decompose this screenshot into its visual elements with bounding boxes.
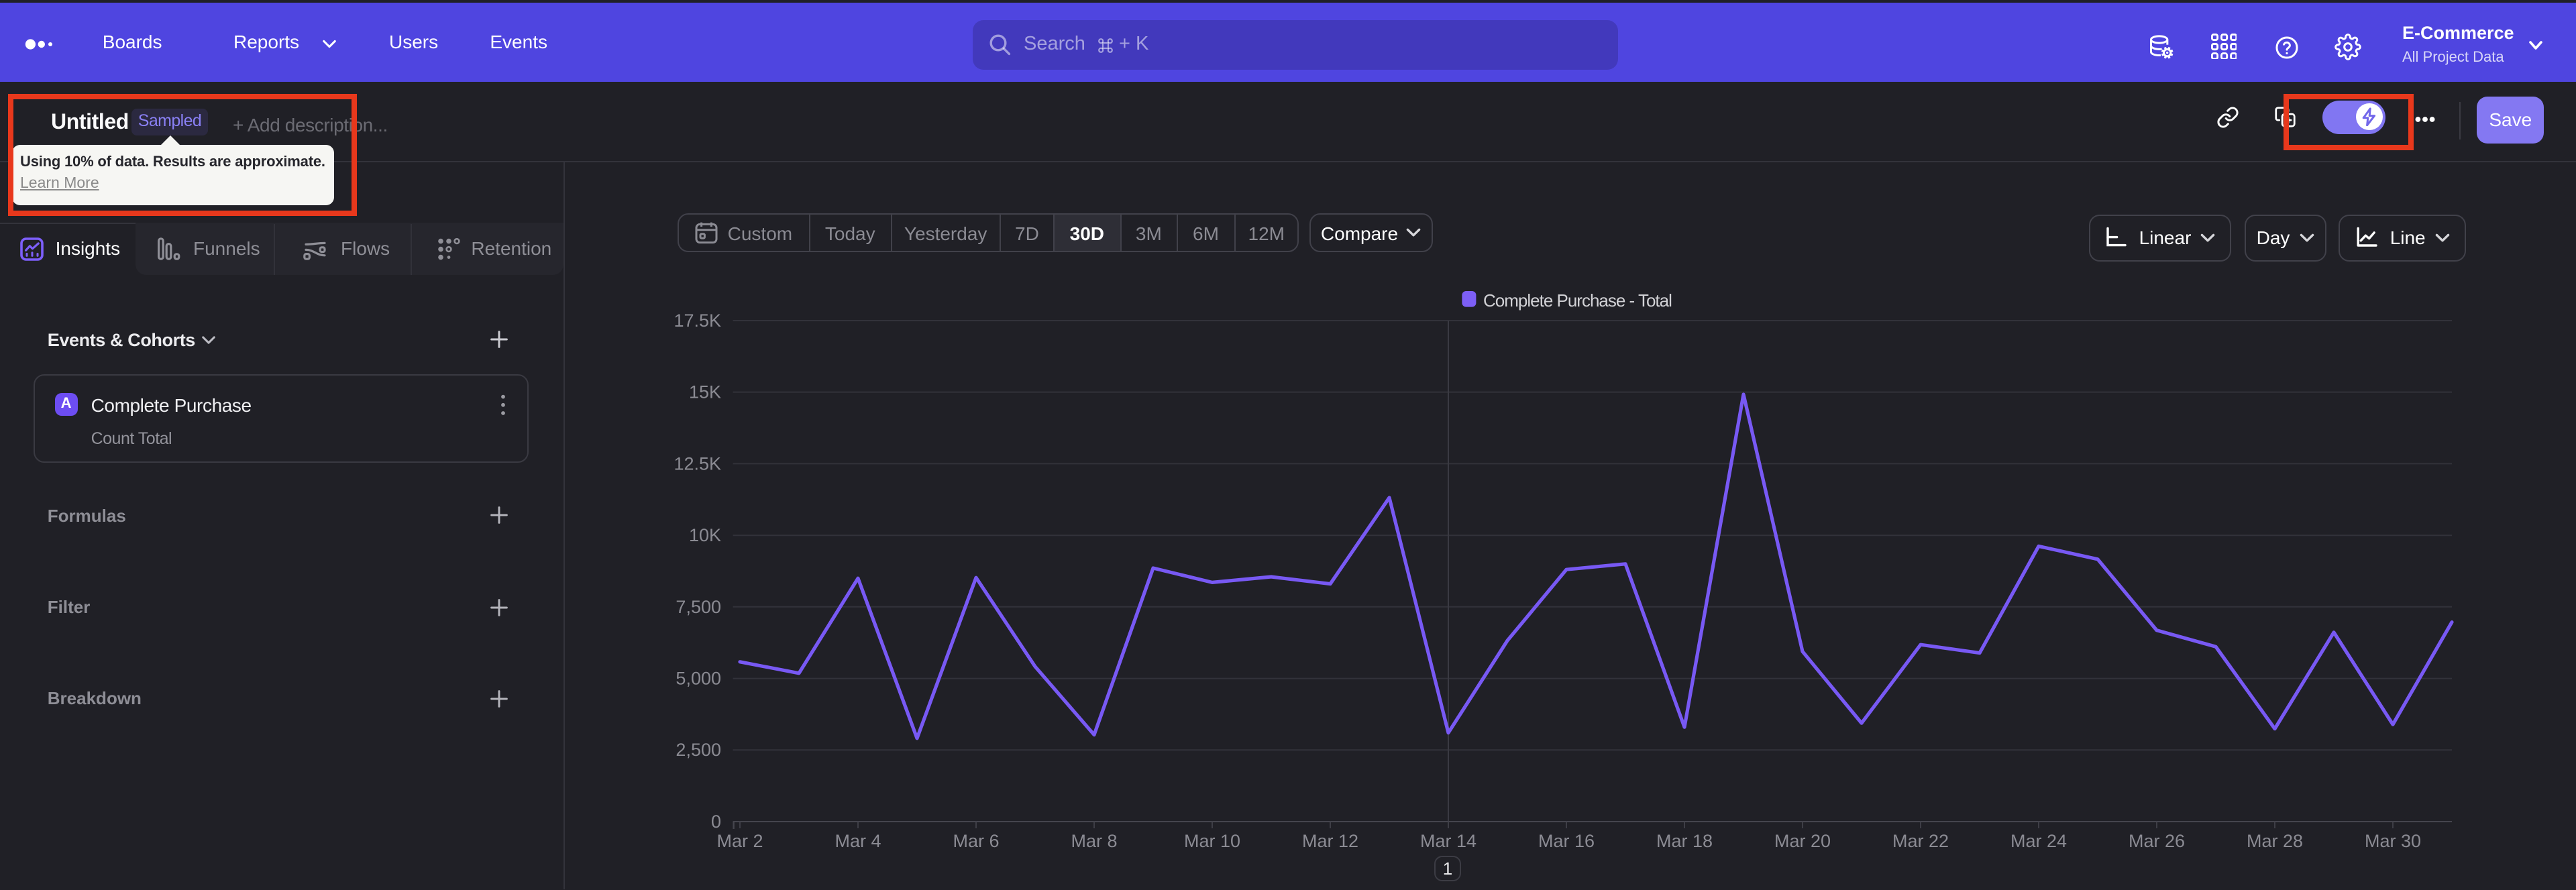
svg-text:Complete Purchase - Total: Complete Purchase - Total [1483, 290, 1672, 311]
svg-text:Mar 26: Mar 26 [2129, 831, 2185, 851]
svg-text:Mar 4: Mar 4 [835, 831, 881, 851]
svg-text:Mar 16: Mar 16 [1538, 831, 1595, 851]
svg-text:2,500: 2,500 [676, 740, 721, 760]
svg-text:5,000: 5,000 [676, 669, 721, 689]
svg-text:Mar 24: Mar 24 [2010, 831, 2067, 851]
svg-text:15K: 15K [689, 382, 721, 402]
svg-text:Mar 20: Mar 20 [1774, 831, 1831, 851]
svg-text:Mar 22: Mar 22 [1892, 831, 1949, 851]
svg-text:Mar 18: Mar 18 [1656, 831, 1713, 851]
svg-text:7,500: 7,500 [676, 597, 721, 617]
svg-text:0: 0 [711, 812, 721, 832]
svg-text:Mar 8: Mar 8 [1071, 831, 1117, 851]
svg-text:Mar 12: Mar 12 [1302, 831, 1358, 851]
svg-text:17.5K: 17.5K [674, 311, 721, 331]
svg-text:Mar 28: Mar 28 [2247, 831, 2303, 851]
svg-text:Mar 10: Mar 10 [1184, 831, 1240, 851]
svg-text:12.5K: 12.5K [674, 453, 721, 474]
svg-text:Mar 14: Mar 14 [1420, 831, 1477, 851]
svg-text:Mar 6: Mar 6 [953, 831, 999, 851]
svg-text:Mar 30: Mar 30 [2365, 831, 2421, 851]
svg-text:Mar 2: Mar 2 [716, 831, 763, 851]
svg-text:10K: 10K [689, 525, 721, 545]
